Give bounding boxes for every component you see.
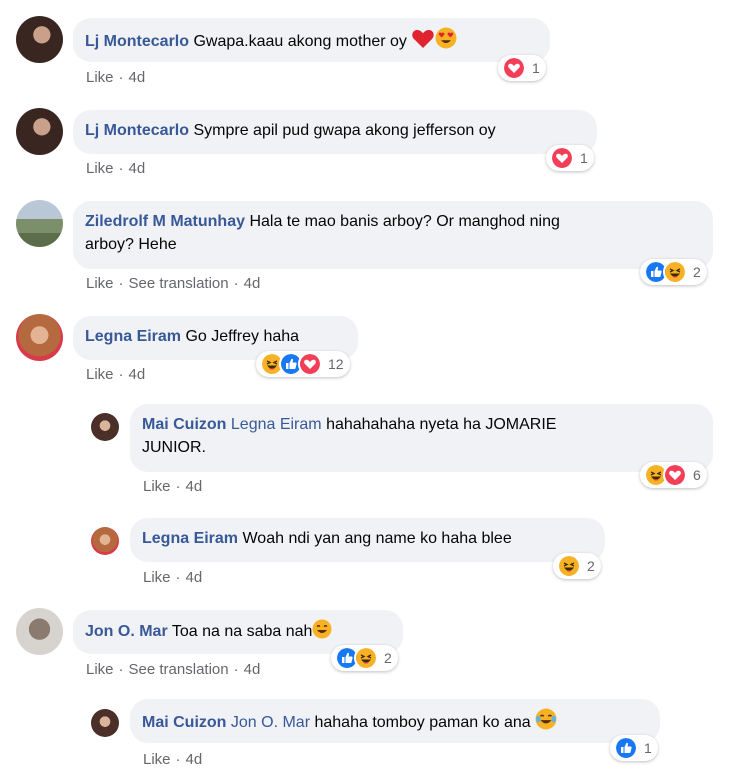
comment-author[interactable]: Legna Eiram	[142, 530, 238, 547]
comment-text: Gwapa.kaau akong mother oy	[193, 33, 407, 50]
like-link[interactable]: Like	[86, 366, 114, 383]
reaction-count: 6	[693, 467, 701, 483]
haha-icon	[557, 554, 581, 578]
like-link[interactable]: Like	[86, 69, 114, 86]
comment-text-continued: arboy? Hehe	[85, 236, 177, 253]
comment-bubble: Mai Cuizon Jon O. Mar hahaha tomboy pama…	[130, 699, 660, 743]
haha-icon	[663, 260, 687, 284]
comment-actions: Like · See translation · 4d	[86, 661, 261, 678]
heart-icon	[298, 352, 322, 376]
timestamp[interactable]: 4d	[129, 160, 146, 177]
comment-actions: Like · 4d	[86, 366, 146, 383]
like-link[interactable]: Like	[143, 569, 171, 586]
comment-author[interactable]: Lj Montecarlo	[85, 122, 189, 139]
comment-author[interactable]: Lj Montecarlo	[85, 33, 189, 50]
timestamp[interactable]: 4d	[186, 569, 203, 586]
timestamp[interactable]: 4d	[186, 751, 203, 768]
comment-text: Toa na na saba nah	[171, 623, 313, 640]
comment-actions: Like · 4d	[143, 751, 203, 768]
avatar[interactable]	[91, 527, 119, 555]
comment-text: Go Jeffrey haha	[185, 328, 300, 345]
heart-icon	[663, 463, 687, 487]
reaction-summary[interactable]: 2	[553, 553, 601, 579]
avatar[interactable]	[16, 314, 63, 361]
comment-bubble: Ziledrolf M Matunhay Hala te mao banis a…	[73, 201, 713, 269]
comment-actions: Like · See translation · 4d	[86, 275, 261, 292]
comment-text-continued: JUNIOR.	[142, 439, 206, 456]
reaction-summary[interactable]: 2	[331, 645, 398, 671]
comment-actions: Like · 4d	[143, 569, 203, 586]
mention[interactable]: Jon O. Mar	[231, 714, 310, 731]
reaction-count: 2	[587, 558, 595, 574]
avatar[interactable]	[16, 108, 63, 155]
timestamp[interactable]: 4d	[129, 69, 146, 86]
comment-text: Hala te mao banis arboy? Or manghod ning	[249, 213, 560, 230]
like-link[interactable]: Like	[86, 661, 114, 678]
reaction-summary[interactable]: 6	[640, 462, 707, 488]
comment-text: hahahahaha nyeta ha JOMARIE	[326, 416, 557, 433]
heart-icon	[502, 56, 526, 80]
comment-author[interactable]: Mai Cuizon	[142, 416, 226, 433]
avatar[interactable]	[16, 200, 63, 247]
haha-icon	[354, 646, 378, 670]
comment-text: hahaha tomboy paman ko ana	[314, 714, 531, 731]
timestamp[interactable]: 4d	[129, 366, 146, 383]
reaction-summary[interactable]: 2	[640, 259, 707, 285]
reaction-count: 1	[532, 60, 540, 76]
reaction-summary[interactable]: 1	[610, 735, 658, 761]
reaction-count: 2	[693, 264, 701, 280]
like-link[interactable]: Like	[143, 751, 171, 768]
like-icon	[614, 736, 638, 760]
timestamp[interactable]: 4d	[244, 661, 261, 678]
avatar[interactable]	[16, 16, 63, 63]
heart-icon	[550, 146, 574, 170]
timestamp[interactable]: 4d	[244, 275, 261, 292]
tears-of-joy-emoji-icon	[535, 708, 557, 730]
like-link[interactable]: Like	[86, 275, 114, 292]
like-link[interactable]: Like	[143, 478, 171, 495]
comment-bubble: Mai Cuizon Legna Eiram hahahahaha nyeta …	[130, 404, 713, 472]
avatar[interactable]	[16, 608, 63, 655]
comment-bubble: Lj Montecarlo Gwapa.kaau akong mother oy	[73, 18, 550, 62]
comment-bubble: Legna Eiram Woah ndi yan ang name ko hah…	[130, 518, 605, 562]
reaction-count: 1	[580, 150, 588, 166]
reaction-summary[interactable]: 12	[256, 351, 350, 377]
mention[interactable]: Legna Eiram	[231, 416, 322, 433]
reaction-summary[interactable]: 1	[546, 145, 594, 171]
comment-actions: Like · 4d	[86, 160, 146, 177]
comment-author[interactable]: Legna Eiram	[85, 328, 181, 345]
reaction-count: 1	[644, 740, 652, 756]
avatar[interactable]	[91, 413, 119, 441]
reaction-count: 12	[328, 356, 344, 372]
timestamp[interactable]: 4d	[186, 478, 203, 495]
comment-actions: Like · 4d	[86, 69, 146, 86]
reaction-summary[interactable]: 1	[498, 55, 546, 81]
avatar[interactable]	[91, 709, 119, 737]
comment-author[interactable]: Mai Cuizon	[142, 714, 226, 731]
heart-emoji-icon	[411, 27, 435, 49]
like-link[interactable]: Like	[86, 160, 114, 177]
comment-bubble: Lj Montecarlo Sympre apil pud gwapa akon…	[73, 110, 597, 154]
see-translation-link[interactable]: See translation	[129, 275, 229, 292]
comment-actions: Like · 4d	[143, 478, 203, 495]
heart-eyes-emoji-icon	[435, 27, 457, 49]
comment-text: Sympre apil pud gwapa akong jefferson oy	[193, 122, 496, 139]
comment-author[interactable]: Jon O. Mar	[85, 623, 168, 640]
see-translation-link[interactable]: See translation	[129, 661, 229, 678]
comment-author[interactable]: Ziledrolf M Matunhay	[85, 213, 245, 230]
reaction-count: 2	[384, 650, 392, 666]
laughing-emoji-icon	[312, 619, 332, 639]
comment-text: Woah ndi yan ang name ko haha blee	[242, 530, 512, 547]
